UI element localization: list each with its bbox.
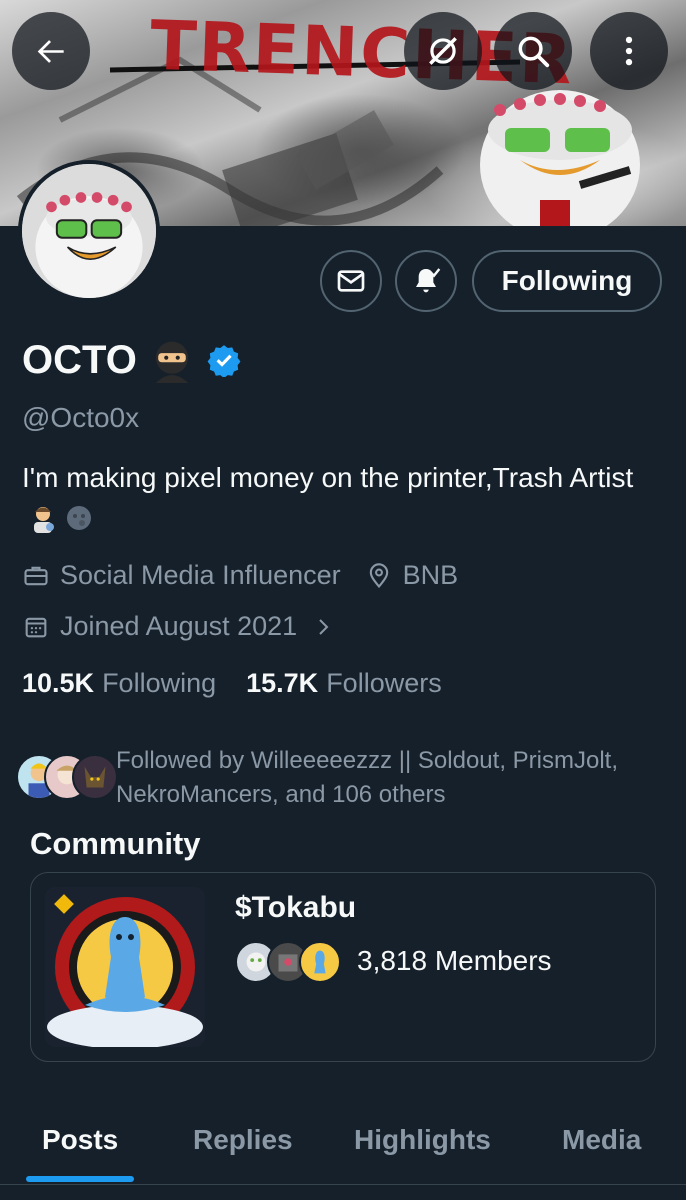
profile-avatar[interactable] [18,160,160,302]
community-card[interactable]: $Tokabu 3,818 Members [30,872,656,1062]
profile-meta-row: Social Media Influencer BNB [22,560,458,591]
followed-by[interactable]: Followed by Willeeeeezzz || Soldout, Pri… [16,744,676,816]
tab-media[interactable]: Media [562,1124,641,1156]
community-name: $Tokabu [235,891,357,924]
artist-emoji-icon [34,507,54,533]
community-image [45,887,205,1047]
avatar-image [22,164,156,298]
profile-location: BNB [402,560,459,590]
follow-stats: 10.5K Following 15.7K Followers [22,668,442,699]
followers-count: 15.7K [246,668,319,698]
more-options-button[interactable] [590,12,668,90]
followers-stat[interactable]: 15.7K Followers [246,668,442,699]
grok-button[interactable] [404,12,482,90]
new-moon-face-emoji-icon [67,506,91,530]
back-button[interactable] [12,12,90,90]
bell-check-icon [416,268,441,293]
follower-avatar [72,754,118,800]
location-pin-icon [369,562,388,588]
community-member-avatars [235,941,345,985]
active-tab-indicator [26,1176,134,1182]
search-icon [518,36,550,68]
notifications-button[interactable] [395,250,457,312]
tab-posts[interactable]: Posts [42,1124,118,1156]
community-member-count: 3,818 Members [357,945,552,976]
followed-by-avatars [16,754,118,800]
grok-icon [429,37,457,65]
joined-row[interactable]: Joined August 2021 [22,611,345,642]
tab-replies[interactable]: Replies [193,1124,293,1156]
ninja-emoji-icon [155,341,188,383]
member-avatar [299,941,341,983]
tabs-divider [0,1184,686,1185]
following-stat[interactable]: 10.5K Following [22,668,216,699]
following-stat-label: Following [102,668,217,698]
mail-icon [337,270,365,292]
joined-date: Joined August 2021 [60,611,298,641]
community-heading: Community [30,826,201,861]
user-handle: @Octo0x [22,402,140,433]
profile-tabs: Posts Replies Highlights Media [0,1100,686,1200]
search-button[interactable] [494,12,572,90]
verified-badge-icon[interactable] [207,343,241,377]
briefcase-icon [24,566,48,585]
following-count: 10.5K [22,668,95,698]
bio-text: I'm making pixel money on the printer,Tr… [22,462,634,493]
profile-category: Social Media Influencer [60,560,341,590]
profile-bio: I'm making pixel money on the printer,Tr… [22,458,662,538]
arrow-left-icon [37,40,64,63]
following-button[interactable]: Following [472,250,662,312]
tab-highlights[interactable]: Highlights [354,1124,491,1156]
followed-by-text: Followed by Willeeeeezzz || Soldout, Pri… [116,747,618,808]
followers-stat-label: Followers [326,668,442,698]
chevron-right-icon [319,618,329,635]
profile-page: TRENCHER Following OCTO @Octo0x I'm maki… [0,0,686,1200]
calendar-icon [25,617,47,637]
more-vertical-icon [625,36,633,66]
name-row: OCTO [22,332,241,388]
message-button[interactable] [320,250,382,312]
display-name: OCTO [22,337,137,382]
